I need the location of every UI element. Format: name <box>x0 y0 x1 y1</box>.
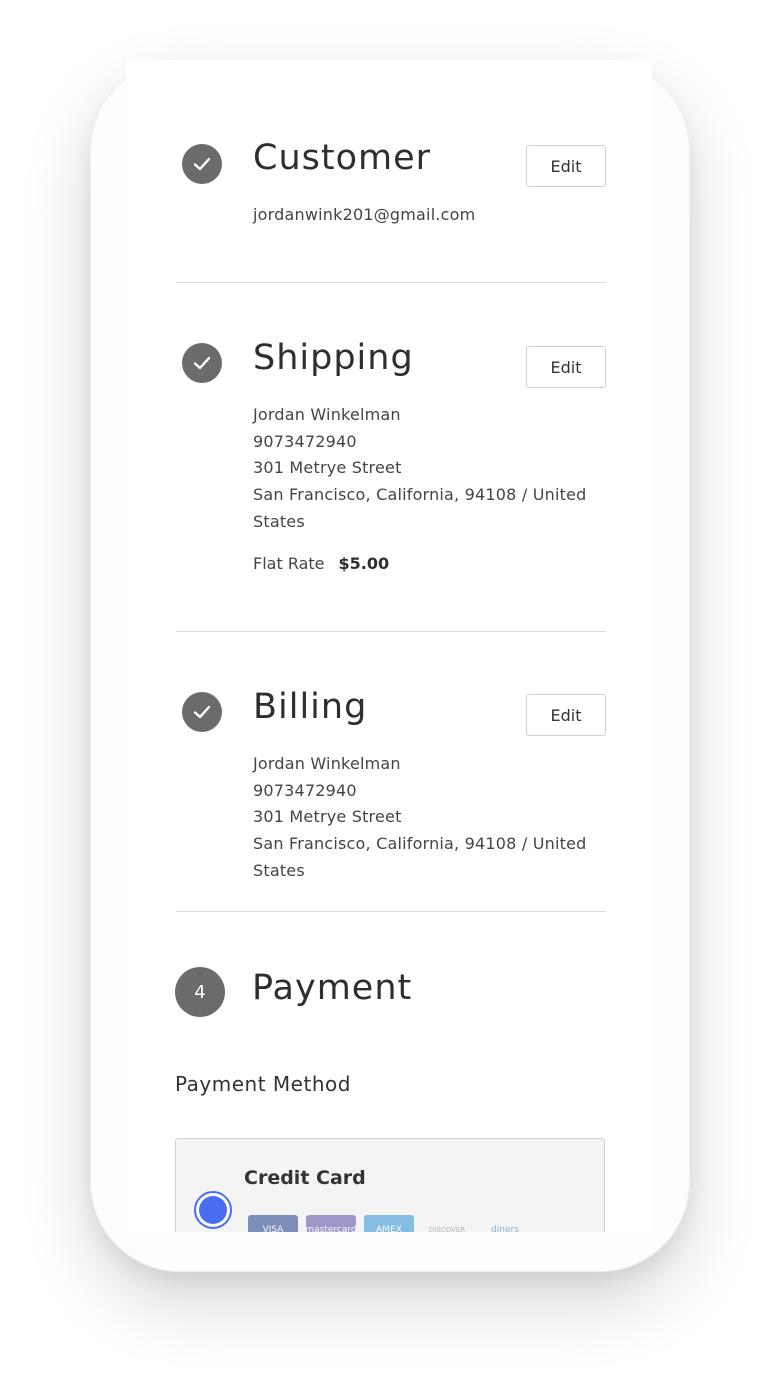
checkout-screen: Customer Edit jordanwink201@gmail.com Sh… <box>126 60 652 1232</box>
checkmark-icon <box>193 356 211 370</box>
payment-method-label: Payment Method <box>175 1072 351 1096</box>
check-icon <box>182 144 222 184</box>
shipping-title: Shipping <box>253 338 414 378</box>
divider <box>176 911 606 912</box>
shipping-street: 301 Metrye Street <box>253 458 402 478</box>
check-icon <box>182 692 222 732</box>
billing-title: Billing <box>253 687 368 727</box>
shipping-phone: 9073472940 <box>253 431 357 451</box>
billing-phone: 9073472940 <box>253 780 357 800</box>
shipping-method: Flat Rate $5.00 <box>253 554 389 573</box>
billing-street: 301 Metrye Street <box>253 807 402 827</box>
check-icon <box>182 343 222 383</box>
shipping-city: San Francisco, California, 94108 / Unite… <box>253 485 587 531</box>
card-brand-icons: VISA mastercard AMEX DISCOVER diners <box>248 1215 530 1232</box>
amex-icon: AMEX <box>364 1215 414 1232</box>
customer-email: jordanwink201@gmail.com <box>253 205 476 224</box>
shipping-edit-button[interactable]: Edit <box>526 346 606 388</box>
shipping-price: $5.00 <box>338 554 390 573</box>
discover-icon: DISCOVER <box>428 1226 466 1232</box>
mastercard-icon: mastercard <box>305 1215 357 1232</box>
diners-icon: diners <box>491 1225 519 1232</box>
checkmark-icon <box>193 705 211 719</box>
step-number-badge: 4 <box>175 967 225 1017</box>
checkmark-icon <box>193 157 211 171</box>
shipping-method-name: Flat Rate <box>253 554 325 573</box>
visa-icon: VISA <box>248 1215 298 1232</box>
divider <box>176 631 606 632</box>
shipping-name: Jordan Winkelman <box>253 405 401 424</box>
customer-title: Customer <box>253 138 432 178</box>
billing-edit-button[interactable]: Edit <box>526 694 606 736</box>
payment-title: Payment <box>252 968 413 1008</box>
radio-selected-dot <box>199 1196 227 1224</box>
billing-address: Jordan Winkelman 9073472940 301 Metrye S… <box>253 751 603 885</box>
credit-card-radio[interactable] <box>194 1191 232 1229</box>
divider <box>176 282 606 283</box>
credit-card-label: Credit Card <box>244 1167 366 1189</box>
shipping-address: Jordan Winkelman 9073472940 301 Metrye S… <box>253 402 603 536</box>
billing-name: Jordan Winkelman <box>253 754 401 773</box>
billing-city: San Francisco, California, 94108 / Unite… <box>253 834 587 880</box>
credit-card-option[interactable]: Credit Card VISA mastercard AMEX DISCOVE… <box>175 1138 605 1232</box>
customer-edit-button[interactable]: Edit <box>526 145 606 187</box>
